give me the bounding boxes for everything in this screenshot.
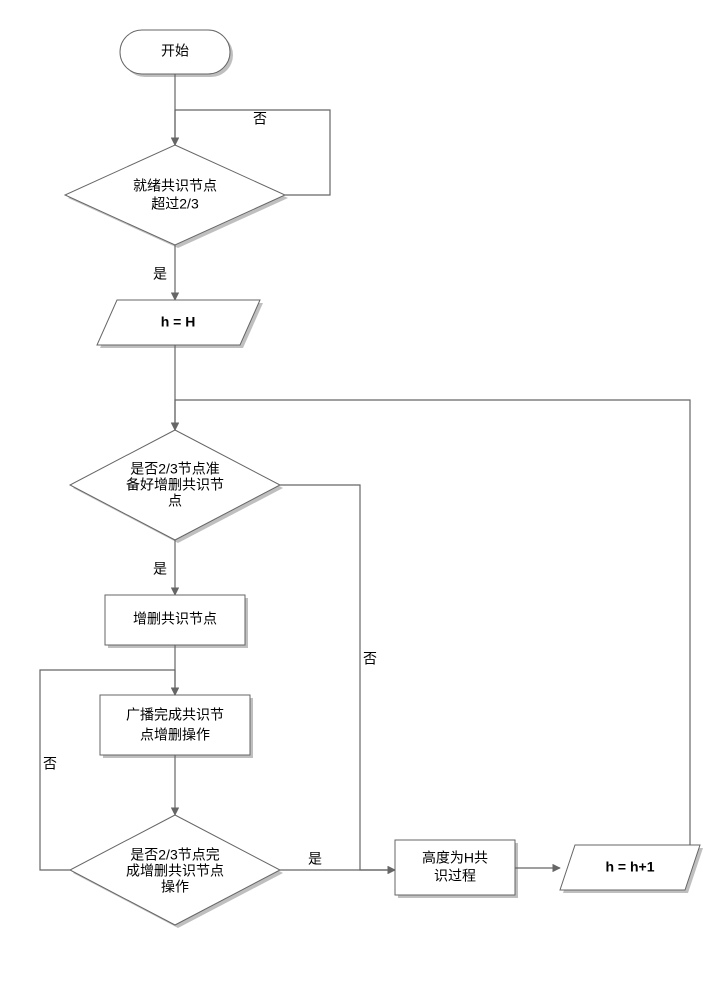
- d2-line2: 备好增删共识节: [126, 477, 224, 493]
- decision-d2: 是否2/3节点准 备好增删共识节 点: [70, 430, 283, 543]
- start-label: 开始: [161, 43, 189, 59]
- d3-line2: 成增删共识节点: [126, 863, 224, 879]
- process-p2: 广播完成共识节 点增删操作: [100, 695, 253, 758]
- process-p1: 增删共识节点: [105, 595, 248, 648]
- edge-d2-no: [280, 485, 395, 870]
- d3-yes-label: 是: [308, 851, 322, 867]
- d3-line3: 操作: [161, 879, 189, 895]
- d1-yes-label: 是: [153, 266, 167, 282]
- p3-line1: 高度为H共: [422, 850, 488, 866]
- io2-label: h = h+1: [605, 859, 654, 875]
- d1-no-label: 否: [253, 111, 267, 127]
- d3-line1: 是否2/3节点完: [130, 847, 219, 863]
- start-node: 开始: [120, 30, 233, 77]
- flowchart: 开始 就绪共识节点 超过2/3 否 是 h = H 是否2/3节点准 备好增删共…: [0, 0, 720, 1000]
- p2-line1: 广播完成共识节: [126, 707, 224, 723]
- io-hH: h = H: [97, 300, 263, 348]
- edge-io2-back: [175, 400, 690, 845]
- d2-line1: 是否2/3节点准: [130, 461, 219, 477]
- d2-no-label: 否: [363, 651, 377, 667]
- process-p3: 高度为H共 识过程: [395, 840, 518, 898]
- io-hinc: h = h+1: [560, 845, 703, 893]
- d2-yes-label: 是: [153, 561, 167, 577]
- d1-line1: 就绪共识节点: [133, 178, 217, 194]
- d1-line2: 超过2/3: [151, 196, 199, 212]
- p1-label: 增删共识节点: [133, 611, 217, 627]
- d3-no-label: 否: [43, 756, 57, 772]
- d2-line3: 点: [168, 493, 182, 509]
- io1-label: h = H: [161, 314, 196, 330]
- p2-line2: 点增删操作: [140, 727, 210, 743]
- decision-d1: 就绪共识节点 超过2/3: [65, 145, 288, 248]
- decision-d3: 是否2/3节点完 成增删共识节点 操作: [70, 815, 283, 928]
- p3-line2: 识过程: [434, 868, 476, 884]
